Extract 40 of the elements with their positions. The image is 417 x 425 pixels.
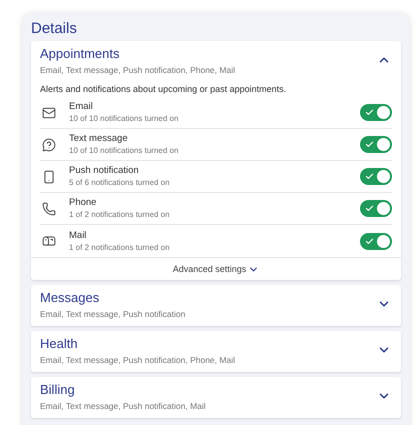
section-header[interactable]: Billing Email, Text message, Push notification, Mail xyxy=(31,377,401,418)
toggle-switch[interactable] xyxy=(360,232,392,250)
toggle-switch[interactable] xyxy=(360,200,392,217)
channel-name: Email xyxy=(69,101,94,113)
chat-question-icon xyxy=(42,138,56,152)
check-icon xyxy=(365,204,374,213)
section-description: Alerts and notifications about upcoming or past appointments. xyxy=(40,83,288,96)
section-header[interactable]: Messages Email, Text message, Push notification xyxy=(31,285,401,326)
check-icon xyxy=(365,140,374,149)
panel-title: Details xyxy=(31,19,78,39)
smartphone-icon xyxy=(42,170,56,184)
envelope-icon xyxy=(42,106,56,120)
channel-status: 1 of 2 notifications turned on xyxy=(69,242,171,252)
section-title: Health xyxy=(40,335,79,353)
channel-name: Phone xyxy=(69,197,98,209)
check-icon xyxy=(365,108,374,117)
section-header[interactable]: Health Email, Text message, Push notification, Phone, Mail xyxy=(31,331,401,372)
phone-icon xyxy=(42,202,56,216)
channel-status: 10 of 10 notifications turned on xyxy=(69,113,180,124)
section-title: Billing xyxy=(40,381,76,399)
advanced-settings-link[interactable]: Advanced settings xyxy=(172,263,260,275)
section-title: Appointments xyxy=(40,45,120,63)
channel-status: 10 of 10 notifications turned on xyxy=(69,145,180,156)
mailbox-icon xyxy=(42,234,56,248)
section-summary: Email, Text message, Push notification, Phone, Mail xyxy=(40,64,236,76)
toggle-switch[interactable] xyxy=(360,136,392,153)
section-summary: Email, Text message, Push notification, Phone, Mail xyxy=(40,354,236,366)
section-title: Messages xyxy=(40,289,100,307)
channel-status: 5 of 6 notifications turned on xyxy=(69,177,171,188)
channel-status: 1 of 2 notifications turned on xyxy=(69,209,171,220)
check-icon xyxy=(365,236,374,246)
toggle-switch[interactable] xyxy=(360,104,392,121)
section-header[interactable]: Appointments Email, Text message, Push notification, Phone, Mail xyxy=(31,41,401,82)
section-summary: Email, Text message, Push notification, Mail xyxy=(40,400,207,412)
channel-name: Mail xyxy=(69,230,88,242)
section-summary: Email, Text message, Push notification xyxy=(40,308,186,320)
channel-name: Push notification xyxy=(69,165,140,177)
toggle-switch[interactable] xyxy=(360,168,392,185)
channel-name: Text message xyxy=(69,133,129,145)
check-icon xyxy=(365,172,374,181)
